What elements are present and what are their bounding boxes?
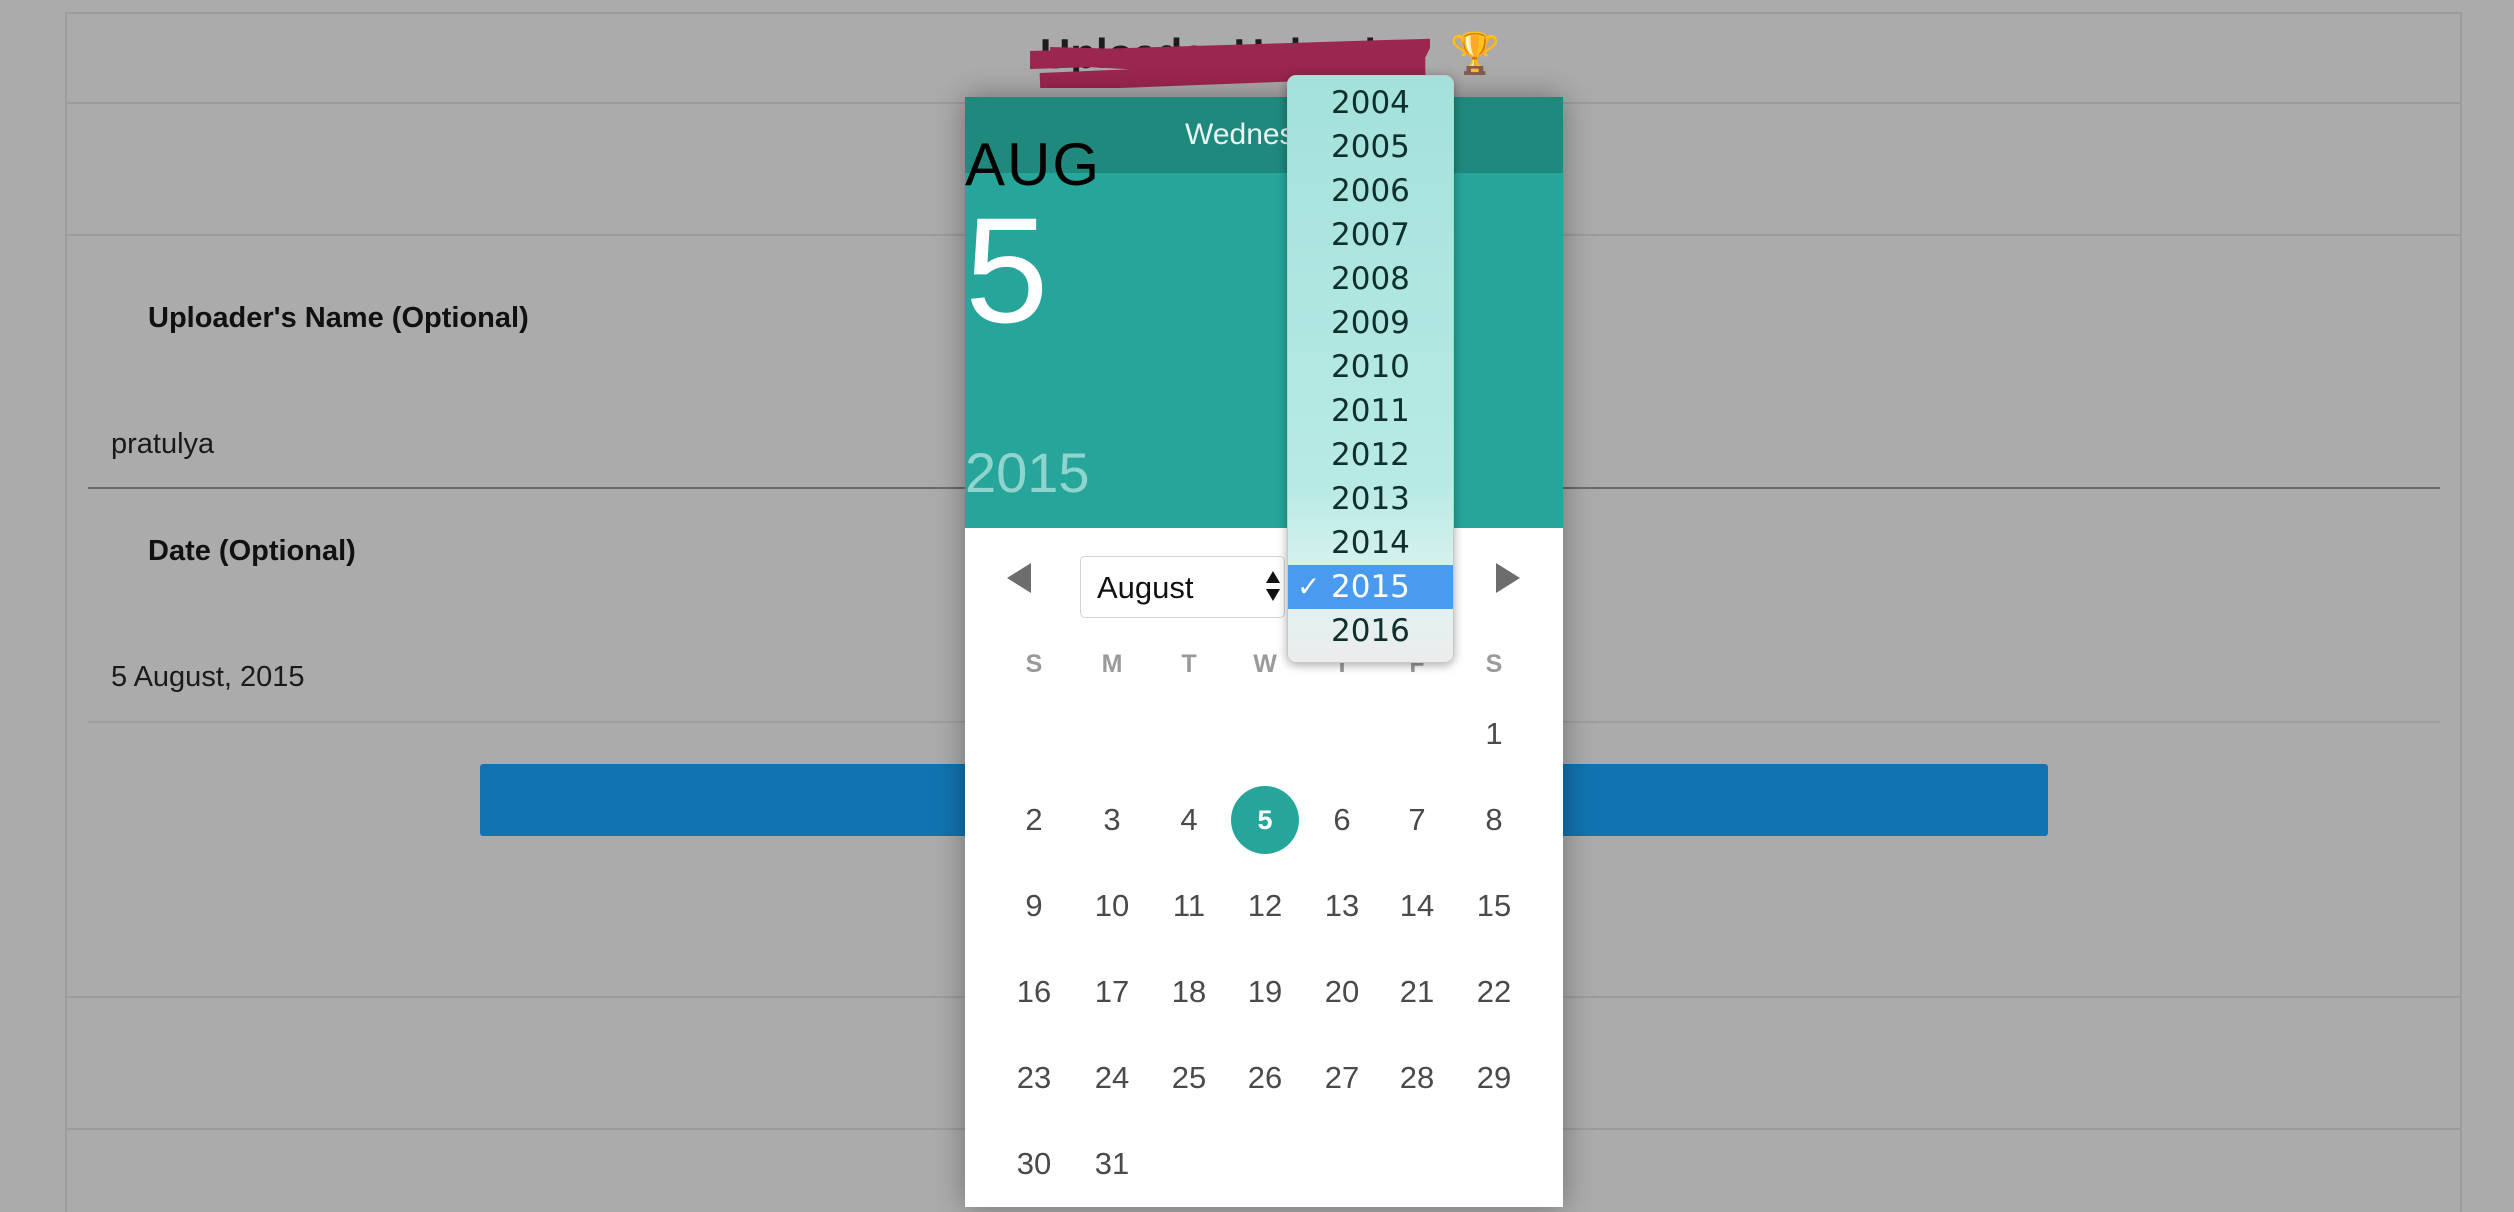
year-option-label: 2016 xyxy=(1331,613,1410,649)
day-cell[interactable]: 23 xyxy=(1000,1044,1068,1112)
day-cell[interactable]: 19 xyxy=(1231,958,1299,1026)
year-option[interactable]: 2011 xyxy=(1288,389,1453,433)
day-cell[interactable]: 3 xyxy=(1078,786,1146,854)
day-cell[interactable]: 2 xyxy=(1000,786,1068,854)
day-cell[interactable]: 31 xyxy=(1078,1130,1146,1198)
weekday-label: T xyxy=(1181,650,1197,678)
day-cell[interactable]: 26 xyxy=(1231,1044,1299,1112)
weekday-label: W xyxy=(1253,650,1277,678)
day-cell[interactable]: 4 xyxy=(1155,786,1223,854)
year-option[interactable]: 2006 xyxy=(1288,169,1453,213)
year-option-label: 2015 xyxy=(1331,569,1410,605)
day-cell[interactable]: 28 xyxy=(1383,1044,1451,1112)
uploader-name-input[interactable]: pratulya xyxy=(111,428,214,461)
day-cell[interactable]: 15 xyxy=(1460,872,1528,940)
day-cell[interactable]: 30 xyxy=(1000,1130,1068,1198)
day-cell[interactable]: 27 xyxy=(1308,1044,1376,1112)
weekday-label: M xyxy=(1101,650,1123,678)
date-label: Date (Optional) xyxy=(148,535,356,567)
day-cell[interactable]: 13 xyxy=(1308,872,1376,940)
year-option-label: 2006 xyxy=(1331,173,1410,209)
day-cell[interactable]: 14 xyxy=(1383,872,1451,940)
day-cell[interactable]: 7 xyxy=(1383,786,1451,854)
day-cell[interactable]: 17 xyxy=(1078,958,1146,1026)
year-option[interactable]: 2016 xyxy=(1288,609,1453,653)
picker-header-year[interactable]: 2015 xyxy=(965,440,1563,505)
weekday-label: S xyxy=(1485,650,1503,678)
year-option[interactable]: 2004 xyxy=(1288,81,1453,125)
picker-header-day: 5 xyxy=(965,186,1049,354)
year-option-label: 2011 xyxy=(1331,393,1410,429)
year-option[interactable]: 2014 xyxy=(1288,521,1453,565)
day-cell[interactable]: 22 xyxy=(1460,958,1528,1026)
day-cell[interactable]: 25 xyxy=(1155,1044,1223,1112)
checkmark-icon: ✓ xyxy=(1297,571,1321,602)
uploader-name-label: Uploader's Name (Optional) xyxy=(148,302,529,334)
day-cell[interactable]: 9 xyxy=(1000,872,1068,940)
next-month-icon[interactable] xyxy=(1496,563,1520,593)
day-cell[interactable]: 6 xyxy=(1308,786,1376,854)
day-cell[interactable]: 29 xyxy=(1460,1044,1528,1112)
year-option-label: 2008 xyxy=(1331,261,1410,297)
year-option[interactable]: 2005 xyxy=(1288,125,1453,169)
day-cell[interactable]: 20 xyxy=(1308,958,1376,1026)
year-option[interactable]: 2007 xyxy=(1288,213,1453,257)
trophy-icon: 🏆 xyxy=(1450,32,1500,76)
year-option-label: 2004 xyxy=(1331,85,1410,121)
year-option-label: 2007 xyxy=(1331,217,1410,253)
year-option[interactable]: 2013 xyxy=(1288,477,1453,521)
year-option[interactable]: ✓ 2015 xyxy=(1288,565,1453,609)
day-cell[interactable]: 24 xyxy=(1078,1044,1146,1112)
prev-month-icon[interactable] xyxy=(1007,563,1031,593)
weekday-label: S xyxy=(1025,650,1043,678)
year-option[interactable]: 2012 xyxy=(1288,433,1453,477)
year-option[interactable]: 2008 xyxy=(1288,257,1453,301)
day-cell[interactable]: 10 xyxy=(1078,872,1146,940)
picker-header-month: AUG xyxy=(965,131,1102,198)
year-option-label: 2010 xyxy=(1331,349,1410,385)
year-option-label: 2005 xyxy=(1331,129,1410,165)
day-cell[interactable]: 11 xyxy=(1155,872,1223,940)
select-updown-icon xyxy=(1266,571,1280,601)
year-option-label: 2009 xyxy=(1331,305,1410,341)
month-select-value: August xyxy=(1097,570,1194,605)
year-option-label: 2013 xyxy=(1331,481,1410,517)
year-option-label: 2014 xyxy=(1331,525,1410,561)
year-dropdown[interactable]: 2004 2005 2006 2007 2008 2009 2010 2011 2012 2013… xyxy=(1287,75,1454,663)
day-cell[interactable]: 1 xyxy=(1460,700,1528,768)
day-cell[interactable]: 12 xyxy=(1231,872,1299,940)
day-cell[interactable]: 18 xyxy=(1155,958,1223,1026)
year-option-label: 2012 xyxy=(1331,437,1410,473)
day-cell[interactable]: 16 xyxy=(1000,958,1068,1026)
year-option[interactable]: 2009 xyxy=(1288,301,1453,345)
day-cell[interactable]: 8 xyxy=(1460,786,1528,854)
month-select[interactable]: August xyxy=(1080,556,1285,618)
year-option[interactable]: 2010 xyxy=(1288,345,1453,389)
selected-day[interactable]: 5 xyxy=(1231,786,1299,854)
day-cell[interactable]: 21 xyxy=(1383,958,1451,1026)
date-input[interactable]: 5 August, 2015 xyxy=(111,661,305,694)
